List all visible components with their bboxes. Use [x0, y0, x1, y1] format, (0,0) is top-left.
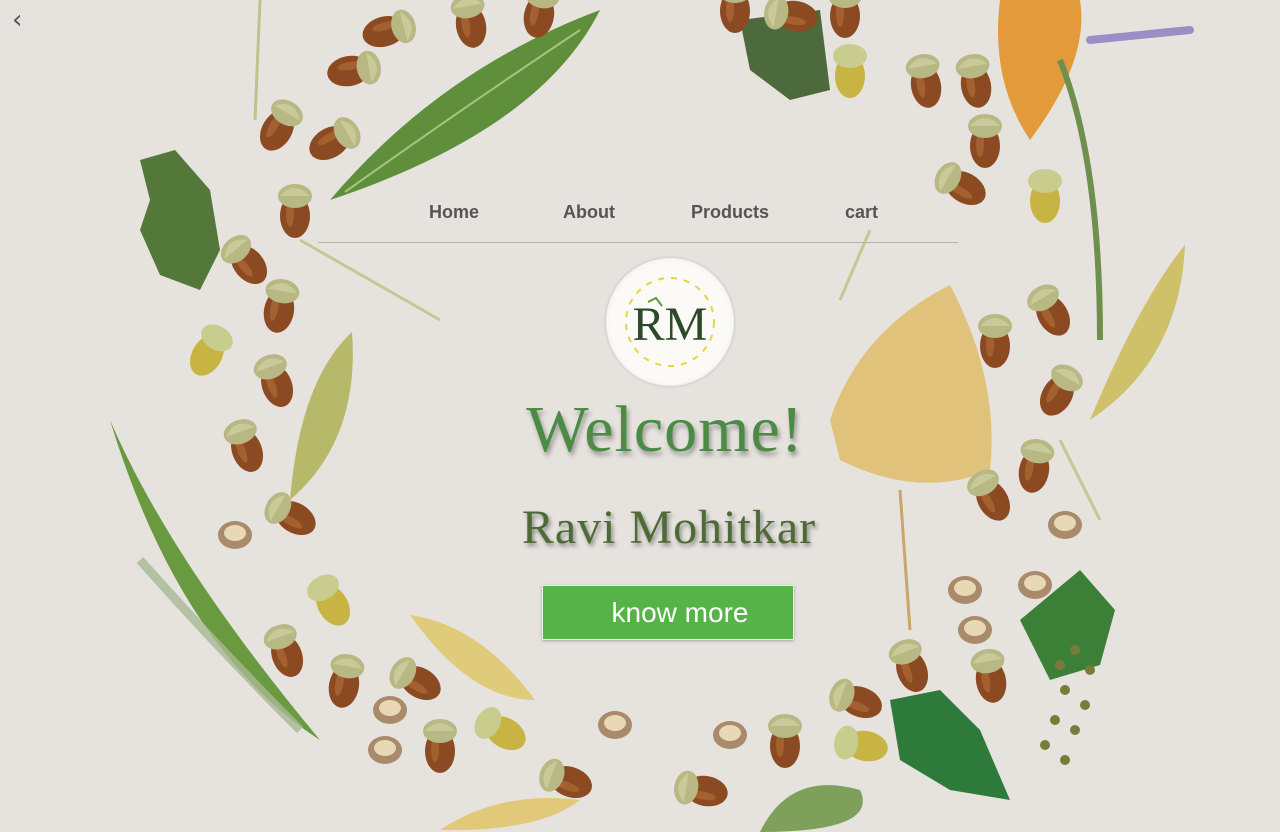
owner-name: Ravi Mohitkar	[521, 501, 817, 554]
nav-about-link[interactable]: About	[563, 202, 615, 223]
main-nav: Home About Products cart	[318, 198, 958, 243]
nav-products-link[interactable]: Products	[691, 202, 769, 223]
rm-logo: RM	[606, 258, 734, 386]
back-chevron-icon[interactable]: ‹	[12, 6, 36, 34]
nav-home-link[interactable]: Home	[429, 202, 479, 223]
welcome-heading: Welcome!	[526, 393, 804, 466]
nav-cart-link[interactable]: cart	[845, 202, 878, 223]
know-more-button[interactable]: know more	[542, 585, 794, 640]
logo-letters: RM	[633, 298, 708, 351]
